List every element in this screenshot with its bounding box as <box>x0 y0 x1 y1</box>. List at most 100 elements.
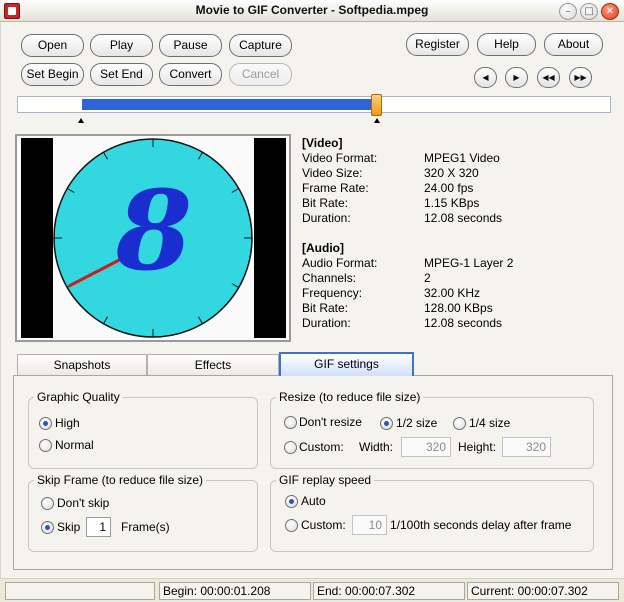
dont-resize-label: Don't resize <box>299 415 362 429</box>
replay-auto-radio[interactable] <box>285 495 298 508</box>
quality-high-radio[interactable] <box>39 417 52 430</box>
close-button[interactable]: ✕ <box>601 3 619 20</box>
quality-normal-label: Normal <box>55 438 94 452</box>
channels-value: 2 <box>424 271 431 285</box>
skip-radio[interactable] <box>41 521 54 534</box>
video-size-value: 320 X 320 <box>424 166 479 180</box>
rewind-icon: ◀◀ <box>542 73 555 82</box>
rewind-button[interactable]: ◀◀ <box>537 67 560 88</box>
width-label: Width: <box>359 440 394 454</box>
half-size-label: 1/2 size <box>396 416 438 430</box>
capture-button[interactable]: Capture <box>229 34 292 57</box>
window-title: Movie to GIF Converter - Softpedia.mpeg <box>195 3 429 17</box>
timeline-selection <box>82 99 378 110</box>
timeline-thumb[interactable] <box>371 94 382 116</box>
graphic-quality-group <box>28 397 258 469</box>
frequency-label: Frequency: <box>302 286 363 300</box>
status-bar: Begin: 00:00:01.208 End: 00:00:07.302 Cu… <box>0 578 624 602</box>
video-preview: 8 <box>15 134 291 342</box>
minimize-button[interactable]: – <box>559 3 577 20</box>
video-format-label: Video Format: <box>302 151 378 165</box>
resize-group <box>270 397 594 469</box>
status-begin: Begin: 00:00:01.208 <box>159 582 311 600</box>
quality-normal-radio[interactable] <box>39 439 52 452</box>
audio-format-value: MPEG-1 Layer 2 <box>424 256 514 270</box>
skip-frame-group <box>28 480 258 552</box>
replay-custom-radio[interactable] <box>285 519 298 532</box>
clock-digit: 8 <box>115 166 193 295</box>
timeline-track[interactable] <box>17 96 611 113</box>
video-size-label: Video Size: <box>302 166 363 180</box>
skip-count-field[interactable]: 1 <box>86 517 111 537</box>
replay-speed-group <box>270 480 594 552</box>
dont-skip-radio[interactable] <box>41 497 54 510</box>
status-end: End: 00:00:07.302 <box>313 582 465 600</box>
audio-duration-label: Duration: <box>302 316 351 330</box>
replay-delay-suffix: 1/100th seconds delay after frame <box>390 518 572 532</box>
dont-skip-label: Don't skip <box>57 496 110 510</box>
height-label: Height: <box>458 440 497 454</box>
end-marker <box>374 118 380 123</box>
audio-duration-value: 12.08 seconds <box>424 316 503 330</box>
open-button[interactable]: Open <box>21 34 84 57</box>
left-letterbox <box>21 138 53 338</box>
title-bar: Movie to GIF Converter - Softpedia.mpeg … <box>0 0 624 22</box>
next-frame-button[interactable]: ▶ <box>505 67 528 88</box>
skip-frame-title: Skip Frame (to reduce file size) <box>34 473 207 487</box>
audio-bitrate-label: Bit Rate: <box>302 301 349 315</box>
graphic-quality-title: Graphic Quality <box>34 390 123 404</box>
tab-effects[interactable]: Effects <box>147 354 279 375</box>
resize-title: Resize (to reduce file size) <box>276 390 424 404</box>
quarter-size-radio[interactable] <box>453 417 466 430</box>
video-heading: [Video] <box>302 136 343 150</box>
frame-rate-value: 24.00 fps <box>424 181 474 195</box>
video-format-value: MPEG1 Video <box>424 151 500 165</box>
audio-heading: [Audio] <box>302 241 344 255</box>
frequency-value: 32.00 KHz <box>424 286 481 300</box>
begin-marker <box>78 118 84 123</box>
channels-label: Channels: <box>302 271 357 285</box>
set-begin-button[interactable]: Set Begin <box>21 63 84 86</box>
status-current: Current: 00:00:07.302 <box>467 582 619 600</box>
play-button[interactable]: Play <box>90 34 153 57</box>
video-duration-value: 12.08 seconds <box>424 211 503 225</box>
dont-resize-radio[interactable] <box>284 416 297 429</box>
about-button[interactable]: About <box>544 33 603 56</box>
width-field[interactable]: 320 <box>401 437 451 457</box>
replay-speed-title: GIF replay speed <box>276 473 375 487</box>
help-button[interactable]: Help <box>477 33 536 56</box>
set-end-button[interactable]: Set End <box>90 63 153 86</box>
quality-high-label: High <box>55 416 80 430</box>
prev-icon: ◀ <box>482 73 489 82</box>
audio-bitrate-value: 128.00 KBps <box>424 301 493 315</box>
frames-label: Frame(s) <box>121 520 170 534</box>
convert-button[interactable]: Convert <box>159 63 222 86</box>
custom-size-label: Custom: <box>299 440 344 454</box>
height-field[interactable]: 320 <box>502 437 551 457</box>
pause-button[interactable]: Pause <box>159 34 222 57</box>
video-duration-label: Duration: <box>302 211 351 225</box>
video-bitrate-value: 1.15 KBps <box>424 196 480 210</box>
progress-cell <box>5 582 155 600</box>
next-icon: ▶ <box>513 73 520 82</box>
half-size-radio[interactable] <box>380 417 393 430</box>
prev-frame-button[interactable]: ◀ <box>474 67 497 88</box>
tab-gif-settings[interactable]: GIF settings <box>279 352 414 376</box>
audio-format-label: Audio Format: <box>302 256 378 270</box>
replay-custom-label: Custom: <box>301 518 346 532</box>
tab-snapshots[interactable]: Snapshots <box>17 354 147 375</box>
register-button[interactable]: Register <box>406 33 469 56</box>
video-bitrate-label: Bit Rate: <box>302 196 349 210</box>
right-letterbox <box>254 138 286 338</box>
skip-label: Skip <box>57 520 81 534</box>
preview-frame: 8 <box>17 136 289 340</box>
fast-forward-icon: ▶▶ <box>574 73 587 82</box>
quarter-size-label: 1/4 size <box>469 416 511 430</box>
replay-auto-label: Auto <box>301 494 326 508</box>
maximize-button[interactable]: □ <box>580 3 598 20</box>
fast-forward-button[interactable]: ▶▶ <box>569 67 592 88</box>
cancel-button[interactable]: Cancel <box>229 63 292 86</box>
frame-rate-label: Frame Rate: <box>302 181 369 195</box>
custom-size-radio[interactable] <box>284 441 297 454</box>
replay-delay-field[interactable]: 10 <box>352 515 387 535</box>
